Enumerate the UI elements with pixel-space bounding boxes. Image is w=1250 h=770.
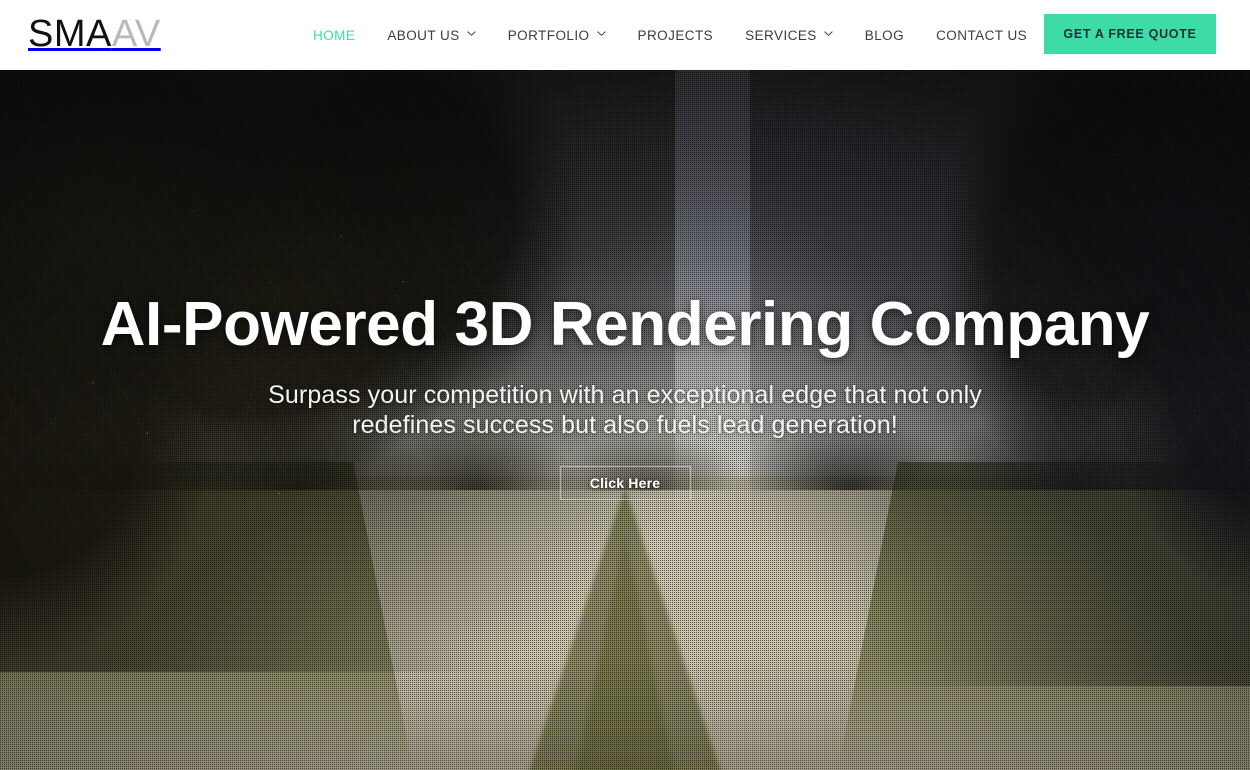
- hero-content: AI-Powered 3D Rendering Company Surpass …: [0, 70, 1250, 770]
- logo-text-strong: SMA: [28, 13, 112, 55]
- nav-item-services[interactable]: SERVICES: [729, 0, 849, 70]
- nav-item-blog[interactable]: BLOG: [849, 0, 920, 70]
- chevron-down-icon: [596, 29, 606, 38]
- nav-item-label: SERVICES: [745, 27, 817, 43]
- nav-item-label: ABOUT US: [387, 27, 460, 43]
- nav-item-home[interactable]: HOME: [305, 0, 371, 70]
- hero-subtitle: Surpass your competition with an excepti…: [268, 380, 982, 439]
- nav-item-portfolio[interactable]: PORTFOLIO: [492, 0, 622, 70]
- site-header: SMAAV HOME ABOUT US PORTFOLIO PROJECTS S…: [0, 0, 1250, 70]
- hero-title: AI-Powered 3D Rendering Company: [100, 290, 1150, 360]
- nav-item-about-us[interactable]: ABOUT US: [371, 0, 491, 70]
- logo-text-light: AV: [111, 13, 161, 55]
- main-navigation: HOME ABOUT US PORTFOLIO PROJECTS SERVICE…: [305, 0, 1043, 70]
- hero-section: AI-Powered 3D Rendering Company Surpass …: [0, 70, 1250, 770]
- hero-click-here-button[interactable]: Click Here: [559, 465, 691, 500]
- nav-item-label: PROJECTS: [637, 27, 714, 43]
- get-a-free-quote-button[interactable]: GET A FREE QUOTE: [1044, 14, 1216, 54]
- chevron-down-icon: [824, 29, 833, 38]
- nav-item-projects[interactable]: PROJECTS: [622, 0, 730, 70]
- nav-item-contact-us[interactable]: CONTACT US: [920, 0, 1043, 70]
- nav-item-label: BLOG: [864, 27, 905, 43]
- nav-item-label: PORTFOLIO: [507, 27, 590, 43]
- chevron-down-icon: [467, 29, 476, 38]
- site-logo[interactable]: SMAAV: [28, 11, 161, 57]
- nav-item-label: HOME: [313, 27, 356, 43]
- nav-item-label: CONTACT US: [936, 27, 1028, 43]
